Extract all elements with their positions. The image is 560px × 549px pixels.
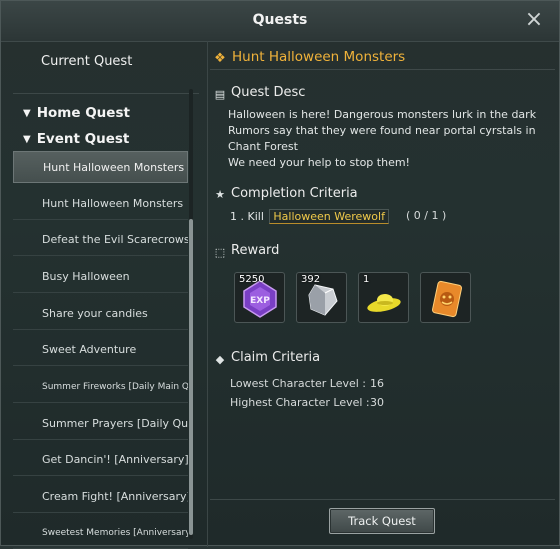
quest-list-item[interactable]: Summer Prayers [Daily Quest] (13, 408, 188, 440)
triangle-down-icon: ▼ (23, 108, 31, 119)
reward-slot[interactable]: EXP 5250 (234, 272, 285, 323)
desc-line: We need your help to stop them! (228, 156, 410, 169)
quest-list-item[interactable]: Busy Halloween (13, 261, 188, 293)
quest-list-item[interactable]: Sweet Adventure (13, 334, 188, 366)
quest-list-item[interactable]: Get Dancin'! [Anniversary] (13, 444, 188, 476)
scrollbar-thumb[interactable] (189, 219, 193, 535)
quest-description: Halloween is here! Dangerous monsters lu… (228, 107, 548, 171)
reward-heading: Reward (231, 243, 280, 258)
quests-window: Quests × Current Quest ▼ Home Quest ▼ Even… (0, 0, 560, 549)
quest-detail-panel: ❖ Hunt Halloween Monsters ▤ Quest Desc H… (210, 41, 555, 547)
criteria-verb: Kill (247, 210, 264, 223)
current-quest-label[interactable]: Current Quest (41, 54, 132, 69)
reward-slot[interactable]: 1 (358, 272, 409, 323)
desc-line: Rumors say that they were found near por… (228, 124, 536, 153)
yellow-hat-icon (367, 294, 401, 312)
svg-text:EXP: EXP (250, 296, 270, 306)
exp-crystal-icon: EXP (243, 280, 277, 318)
silver-crystal-icon (308, 284, 338, 316)
pumpkin-ticket-icon (431, 280, 463, 318)
gift-box-icon: ⬚ (214, 246, 226, 259)
window-title: Quests (252, 12, 308, 28)
quest-list-item[interactable]: Share your candies (13, 298, 188, 330)
claim-value: 16 (370, 377, 384, 390)
quest-desc-heading: Quest Desc (231, 85, 306, 100)
quest-list-panel: Current Quest ▼ Home Quest ▼ Event Quest H… (9, 41, 199, 549)
criteria-target-link[interactable]: Halloween Werewolf (269, 209, 389, 224)
quest-list-item[interactable]: Cream Fight! [Anniversary] (13, 481, 188, 513)
quest-list-item-selected[interactable]: Hunt Halloween Monsters (13, 151, 188, 183)
quest-title: Hunt Halloween Monsters (232, 49, 406, 65)
claim-row: Lowest Character Level : 16 (230, 377, 384, 390)
reward-slot[interactable]: 392 (296, 272, 347, 323)
criteria-progress: ( 0 / 1 ) (406, 209, 447, 222)
claim-row: Highest Character Level : 30 (230, 396, 384, 409)
quest-diamond-icon: ❖ (214, 51, 226, 66)
reward-qty: 392 (301, 274, 321, 285)
track-quest-button[interactable]: Track Quest (329, 508, 435, 534)
quest-list-item[interactable]: Hunt Halloween Monsters (13, 188, 188, 220)
reward-qty: 5250 (239, 274, 265, 285)
triangle-down-icon: ▼ (23, 134, 31, 145)
quest-list-item[interactable]: Defeat the Evil Scarecrows (13, 224, 188, 256)
divider (13, 93, 199, 94)
panel-divider (207, 41, 208, 547)
criteria-row: 1 . Kill Halloween Werewolf ( 0 / 1 ) (230, 209, 446, 224)
claim-criteria-heading: Claim Criteria (231, 350, 321, 365)
reward-slot[interactable] (420, 272, 471, 323)
claim-label: Highest Character Level : (230, 396, 370, 409)
desc-line: Halloween is here! Dangerous monsters lu… (228, 108, 537, 121)
claim-value: 30 (370, 396, 384, 409)
star-icon: ★ (215, 188, 225, 201)
category-event-quest[interactable]: ▼ Event Quest (23, 131, 129, 147)
criteria-index: 1 . (230, 210, 244, 223)
alert-icon: ◆ (215, 353, 225, 366)
completion-criteria-heading: Completion Criteria (231, 186, 358, 201)
document-icon: ▤ (214, 88, 226, 101)
reward-qty: 1 (363, 274, 370, 285)
quest-list-item[interactable]: Summer Fireworks [Daily Main Quest] (13, 371, 188, 403)
divider (210, 499, 555, 500)
titlebar: Quests × (1, 1, 559, 42)
close-icon[interactable]: × (521, 7, 547, 33)
category-home-quest[interactable]: ▼ Home Quest (23, 105, 130, 121)
quest-list-item[interactable]: Sweetest Memories [Anniversary] (13, 517, 188, 549)
quest-header: ❖ Hunt Halloween Monsters (210, 45, 555, 70)
claim-label: Lowest Character Level : (230, 377, 367, 390)
